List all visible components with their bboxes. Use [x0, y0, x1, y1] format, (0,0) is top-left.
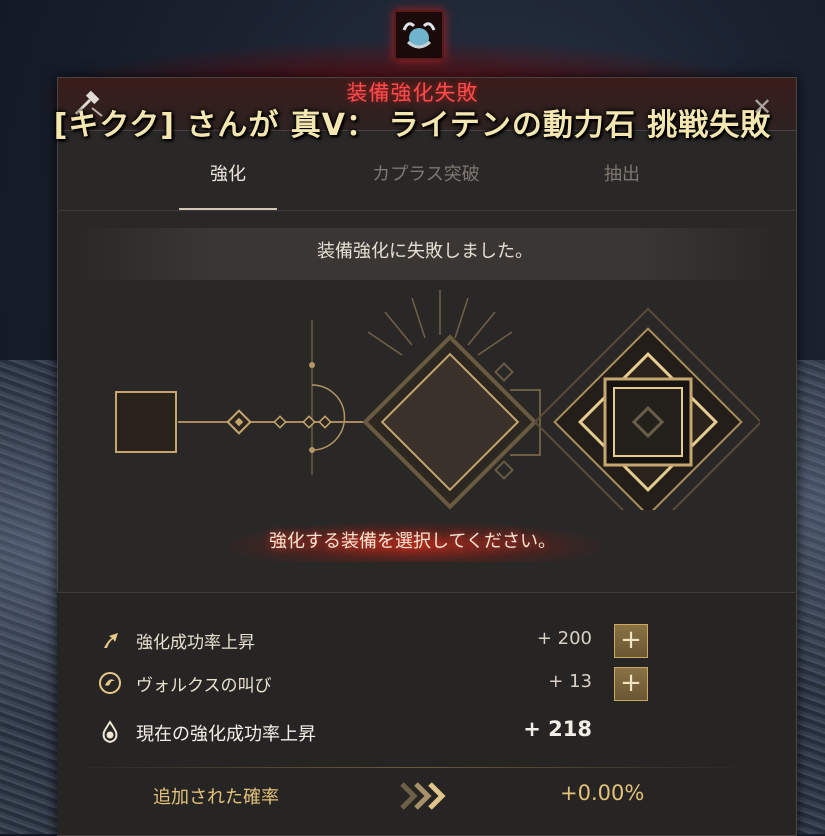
stat-label: ヴォルクスの叫び: [136, 676, 272, 696]
material-slot-diamond[interactable]: [362, 334, 538, 510]
chevrons-right-icon: [400, 782, 446, 810]
item-slot-empty[interactable]: [115, 391, 177, 453]
flame-icon: [102, 720, 118, 744]
stat-row-current-rate: 現在の強化成功率上昇 + 218: [98, 716, 658, 748]
close-icon[interactable]: ✕: [752, 93, 772, 121]
tab-bar: 強化 カプラス突破 抽出: [57, 150, 795, 211]
horned-helmet-icon: [394, 10, 444, 60]
stat-row-valks-cry: ヴォルクスの叫び + 13 +: [98, 667, 658, 701]
result-message: 装備強化に失敗しました。: [75, 228, 775, 280]
add-success-rate-button[interactable]: +: [614, 624, 648, 658]
stat-label: 強化成功率上昇: [136, 633, 255, 653]
enhancement-diagram: [115, 290, 760, 510]
active-tab-indicator: [179, 208, 277, 210]
stat-value: + 200: [536, 628, 592, 649]
stat-value: + 13: [548, 671, 592, 692]
stat-label: 現在の強化成功率上昇: [136, 724, 316, 745]
valks-cry-icon: [99, 672, 121, 694]
added-probability-value: +0.00%: [560, 781, 645, 805]
stat-row-success-rate: 強化成功率上昇 + 200 +: [98, 624, 658, 658]
added-probability-label: 追加された確率: [153, 787, 279, 808]
result-slot-diamond[interactable]: [533, 307, 760, 510]
stats-divider: [70, 767, 750, 768]
add-valks-cry-button[interactable]: +: [614, 667, 648, 701]
tab-extract[interactable]: 抽出: [547, 160, 697, 186]
arrow-up-icon: [104, 633, 118, 648]
select-equipment-prompt: 強化する装備を選択してください。: [269, 531, 556, 552]
stat-value: + 218: [523, 717, 592, 741]
server-broadcast-message: [キクク] さんが 真V： ライテンの動力石 挑戦失敗: [53, 108, 772, 143]
tab-caphras-breakthrough[interactable]: カプラス突破: [351, 160, 501, 186]
tab-enhance[interactable]: 強化: [153, 160, 303, 186]
